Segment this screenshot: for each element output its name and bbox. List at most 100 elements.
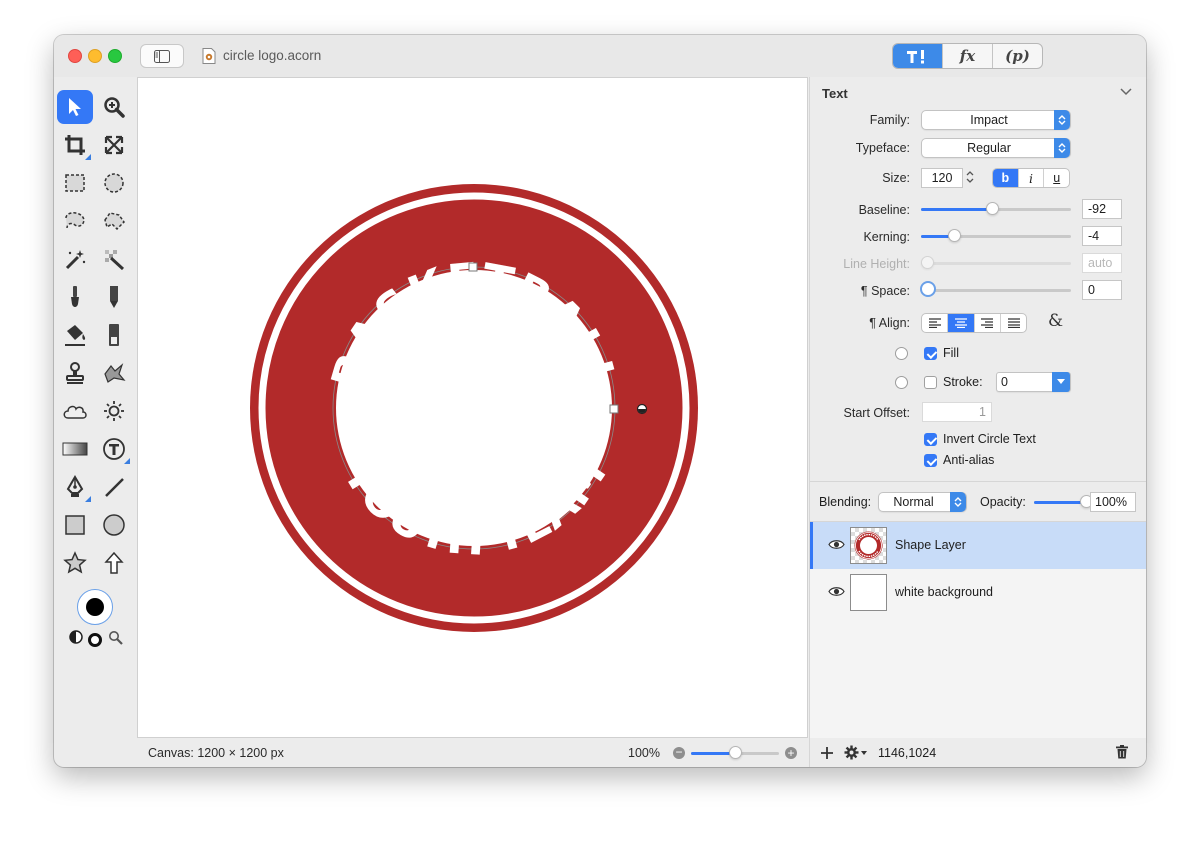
- pencil-icon[interactable]: [100, 283, 128, 311]
- layer-row-shape-layer[interactable]: Shape Layer: [810, 522, 1146, 569]
- underline-button[interactable]: u: [1043, 169, 1069, 187]
- inspector-mode-segments: fx (p): [892, 43, 1043, 69]
- zoom-window-button[interactable]: [108, 49, 122, 63]
- eyedropper-zoom-icon[interactable]: [108, 630, 124, 646]
- zoom-out-icon[interactable]: −: [673, 746, 685, 759]
- brush-icon[interactable]: [61, 283, 89, 311]
- text-tool-icon[interactable]: [100, 435, 130, 464]
- image-canvas[interactable]: BASKETBALL YOUTH TEAM: [137, 77, 808, 738]
- align-center-icon[interactable]: [947, 314, 974, 332]
- stroke-label: Stroke:: [943, 375, 983, 389]
- collapse-chevron-icon[interactable]: [1120, 88, 1132, 96]
- blending-popup[interactable]: Normal: [878, 492, 967, 512]
- swap-colors-icon[interactable]: [69, 630, 83, 644]
- add-layer-icon[interactable]: [821, 747, 833, 759]
- family-value: Impact: [970, 113, 1008, 127]
- opacity-slider[interactable]: [1034, 494, 1093, 510]
- cloud-icon[interactable]: [61, 397, 89, 425]
- gradient-icon[interactable]: [61, 435, 89, 463]
- kerning-field[interactable]: -4: [1082, 226, 1122, 246]
- crop-icon[interactable]: [61, 131, 91, 160]
- align-right-icon[interactable]: [973, 314, 1000, 332]
- visibility-eye-icon[interactable]: [828, 539, 845, 550]
- bold-button[interactable]: b: [993, 169, 1018, 187]
- color-well[interactable]: [77, 589, 113, 625]
- space-field[interactable]: 0: [1082, 280, 1122, 300]
- ligature-icon[interactable]: &: [1048, 311, 1063, 331]
- start-offset-label: Start Offset:: [843, 406, 910, 420]
- path-handle[interactable]: [468, 262, 478, 272]
- arrow-shape-icon[interactable]: [100, 549, 128, 577]
- dropdown-arrow-icon: [1052, 372, 1070, 392]
- baseline-field[interactable]: -92: [1082, 199, 1122, 219]
- space-slider-knob[interactable]: [920, 281, 936, 297]
- oval-shape-icon[interactable]: [100, 511, 128, 539]
- gear-icon[interactable]: [844, 745, 868, 760]
- gradient-eraser-icon[interactable]: [100, 321, 128, 349]
- effects-button[interactable]: fx: [942, 44, 992, 68]
- fill-radio[interactable]: [895, 347, 908, 360]
- hammer-wrench-icon: [906, 50, 924, 64]
- layer-thumbnail: [850, 574, 887, 611]
- minimize-window-button[interactable]: [88, 49, 102, 63]
- invert-circle-text-checkbox[interactable]: [924, 433, 937, 446]
- start-offset-field[interactable]: 1: [922, 402, 992, 422]
- magic-wand-icon[interactable]: [61, 245, 89, 273]
- typeface-popup[interactable]: Regular: [921, 138, 1071, 158]
- cursor-coordinates: 1146,1024: [878, 746, 937, 760]
- layer-row-white-background[interactable]: white background: [810, 569, 1146, 616]
- popup-arrows-icon: [1054, 138, 1070, 158]
- stroke-checkbox[interactable]: [924, 376, 937, 389]
- color-select-icon[interactable]: [100, 245, 128, 273]
- line-icon[interactable]: [100, 473, 128, 501]
- size-stepper-icon[interactable]: [966, 170, 974, 184]
- zoom-slider[interactable]: [691, 745, 779, 761]
- fill-label: Fill: [943, 346, 959, 360]
- size-field[interactable]: 120: [921, 168, 963, 188]
- baseline-slider[interactable]: [921, 201, 1071, 217]
- layer-thumbnail: [850, 527, 887, 564]
- polygon-lasso-icon[interactable]: [100, 207, 128, 235]
- layers-bottom-bar: 1146,1024: [809, 738, 1146, 767]
- sidebar-toggle-button[interactable]: [140, 44, 184, 68]
- stroke-radio[interactable]: [895, 376, 908, 389]
- stroke-width-combo[interactable]: 0: [996, 372, 1071, 392]
- status-bar: Canvas: 1200 × 1200 px 100% − +: [137, 738, 808, 767]
- zoom-in-icon[interactable]: +: [785, 747, 797, 759]
- rect-marquee-icon[interactable]: [61, 169, 89, 197]
- anti-alias-checkbox[interactable]: [924, 454, 937, 467]
- zoom-control: − +: [667, 744, 801, 762]
- clone-stamp-icon[interactable]: [61, 359, 89, 387]
- align-justify-icon[interactable]: [1000, 314, 1026, 332]
- retouch-icon[interactable]: [100, 359, 128, 387]
- transform-icon[interactable]: [100, 131, 128, 159]
- size-label: Size:: [882, 171, 910, 185]
- rectangle-shape-icon[interactable]: [61, 511, 89, 539]
- circle-logo-artwork: BASKETBALL YOUTH TEAM: [250, 184, 698, 632]
- trash-icon[interactable]: [1116, 745, 1128, 759]
- visibility-eye-icon[interactable]: [828, 586, 845, 597]
- text-style-segments: b i u: [992, 168, 1070, 188]
- zoom-icon[interactable]: [100, 93, 128, 121]
- family-popup[interactable]: Impact: [921, 110, 1071, 130]
- paint-bucket-icon[interactable]: [61, 321, 89, 349]
- zoom-level-label: 100%: [628, 746, 660, 760]
- star-icon[interactable]: [61, 549, 89, 577]
- presets-button[interactable]: (p): [992, 44, 1042, 68]
- ellipse-marquee-icon[interactable]: [100, 169, 128, 197]
- sun-icon[interactable]: [100, 397, 128, 425]
- tools-palette-button[interactable]: [893, 44, 942, 68]
- default-colors-icon[interactable]: [88, 633, 102, 647]
- path-handle[interactable]: [609, 404, 619, 414]
- close-window-button[interactable]: [68, 49, 82, 63]
- italic-button[interactable]: i: [1017, 169, 1044, 187]
- line-height-slider: [921, 255, 1071, 271]
- kerning-slider[interactable]: [921, 228, 1071, 244]
- align-left-icon[interactable]: [922, 314, 947, 332]
- select-arrow-icon[interactable]: [57, 90, 93, 124]
- lasso-icon[interactable]: [61, 207, 89, 235]
- opacity-field[interactable]: 100%: [1090, 492, 1136, 512]
- pen-tool-icon[interactable]: [61, 473, 91, 502]
- fill-checkbox[interactable]: [924, 347, 937, 360]
- space-slider[interactable]: [920, 281, 1071, 298]
